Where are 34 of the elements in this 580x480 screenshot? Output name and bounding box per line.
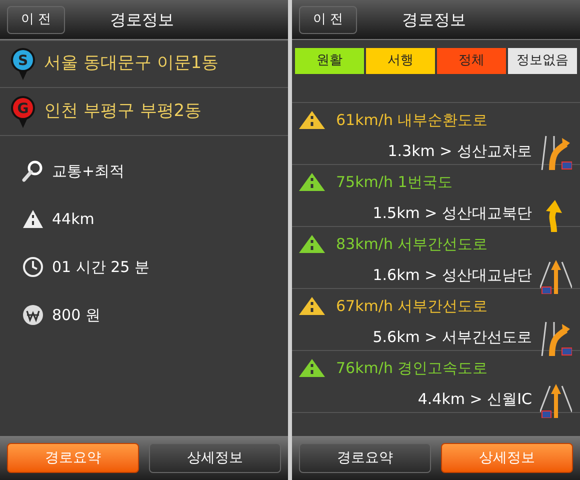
route-detail: 800 원 [52,304,100,326]
clock-icon [22,256,44,278]
traffic-legend: 서행 [366,48,435,74]
speed-road: 61km/h 내부순환도로 [336,110,488,131]
ramp-exit-icon [540,320,572,356]
speed-road: 67km/h 서부간선도로 [336,296,488,317]
won-coin-icon [22,304,44,326]
route-detail: 44km [52,208,94,230]
bottom-tab[interactable]: 상세정보 [149,443,281,473]
place-label: 서울 동대문구 이문1동 [44,52,219,76]
place-label: 인천 부평구 부평2동 [44,100,202,123]
speed-road: 83km/h 서부간선도로 [336,234,488,255]
route-detail: 01 시간 25 분 [52,256,150,278]
back-button[interactable]: 이 전 [299,6,357,34]
traffic-legend: 정보없음 [508,48,577,74]
next-waypoint: 4.4km > 신월IC [418,389,532,410]
back-button[interactable]: 이 전 [7,6,65,34]
road-sign-icon [22,208,44,230]
bottom-tab[interactable]: 경로요약 [299,443,431,473]
screen-title: 경로정보 [402,8,466,30]
traffic-legend: 정체 [437,48,506,74]
next-waypoint: 1.5km > 성산대교북단 [372,203,532,224]
straight-road-icon [540,382,572,418]
straight-road-icon [540,258,572,294]
next-waypoint: 1.6km > 성산대교남단 [372,265,532,286]
route-detail: 교통+최적 [52,160,125,182]
magnifier-icon [22,160,44,182]
next-waypoint: 1.3km > 성산교차로 [388,141,532,162]
speed-road: 76km/h 경인고속도로 [336,358,488,379]
ramp-exit-icon [540,134,572,170]
next-waypoint: 5.6km > 서부간선도로 [372,327,532,348]
speed-road: 75km/h 1번국도 [336,172,452,193]
traffic-legend: 원활 [295,48,364,74]
screen-title: 경로정보 [110,8,174,30]
